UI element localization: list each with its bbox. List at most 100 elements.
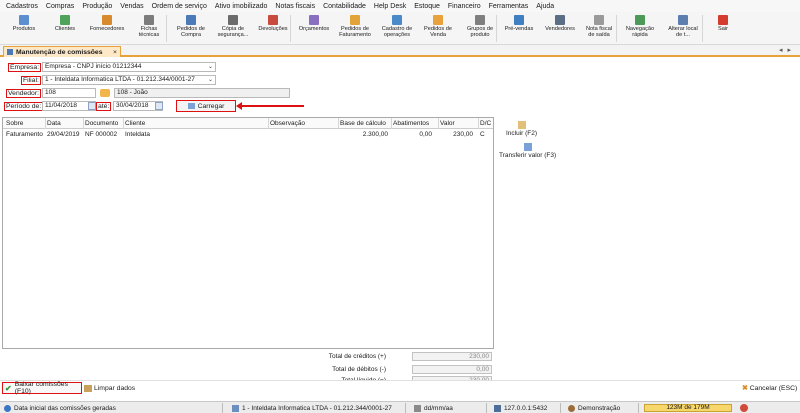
empresa-select[interactable]: Empresa - CNPJ início 01212344 ⌄ xyxy=(42,62,216,72)
tab-title: Manutenção de comissões xyxy=(16,48,103,56)
table-cell: Faturamento xyxy=(6,131,43,138)
toolbar-label: Pedidos de Faturamento xyxy=(339,26,371,38)
column-header[interactable]: Documento xyxy=(85,120,118,127)
toolbar-label: Cadastro de operações xyxy=(381,26,413,38)
menu-item-3[interactable]: Vendas xyxy=(120,3,143,10)
toolbar-button-11[interactable]: Grupos de produto xyxy=(460,13,500,44)
column-header[interactable]: Sobre xyxy=(6,120,23,127)
toolbar-button-3[interactable]: Fichas técnicas xyxy=(130,13,168,44)
column-separator xyxy=(123,118,124,129)
table-cell: 29/04/2019 xyxy=(47,131,80,138)
transferir-button[interactable]: Transferir valor (F3) xyxy=(499,143,556,159)
status-filial-text: 1 - Inteldata Informatica LTDA - 01.212.… xyxy=(242,404,392,412)
menu-item-6[interactable]: Notas fiscais xyxy=(275,3,315,10)
baixar-comissoes-button[interactable]: ✔ Baixar comissões (F10) xyxy=(2,381,82,395)
column-header[interactable]: Data xyxy=(47,120,61,127)
vendedor-code-input[interactable]: 108 xyxy=(42,88,96,98)
annotation-arrow-head xyxy=(236,102,242,110)
toolbar-button-12[interactable]: Pré-vendas xyxy=(500,13,538,44)
calendar-icon[interactable] xyxy=(88,102,96,110)
menu-item-5[interactable]: Ativo imobilizado xyxy=(215,3,268,10)
cancelar-button[interactable]: ✖ Cancelar (ESC) xyxy=(742,383,797,393)
column-header[interactable]: Abatimentos xyxy=(393,120,429,127)
commissions-grid[interactable]: Sobre Data Documento Cliente Observação Base … xyxy=(2,117,494,349)
toolbar-button-17[interactable]: Sair xyxy=(708,13,738,44)
carregar-button[interactable]: Carregar xyxy=(176,100,236,112)
toolbar-label: Cópia de segurança... xyxy=(217,26,249,38)
total-label: Total de débitos (-) xyxy=(332,366,386,373)
menu-item-11[interactable]: Ferramentas xyxy=(489,3,529,10)
chevron-down-icon: ⌄ xyxy=(207,77,213,83)
column-header[interactable]: Cliente xyxy=(125,120,145,127)
presale-icon xyxy=(514,15,524,25)
toolbar-button-5[interactable]: Cópia de segurança... xyxy=(212,13,254,44)
home-icon xyxy=(678,15,688,25)
toolbar-button-10[interactable]: Pedidos de Venda xyxy=(418,13,458,44)
seller-icon xyxy=(555,15,565,25)
menu-item-1[interactable]: Compras xyxy=(46,3,74,10)
toolbar-button-4[interactable]: Pedidos de Compra xyxy=(170,13,212,44)
tab-nav-arrows[interactable]: ◂▸ xyxy=(779,46,796,54)
tab-bar: Manutenção de comissões × ◂▸ xyxy=(0,45,800,57)
toolbar-label: Sair xyxy=(718,26,728,32)
column-header[interactable]: Valor xyxy=(440,120,455,127)
calendar-icon[interactable] xyxy=(155,102,163,110)
toolbar-button-1[interactable]: Clientes xyxy=(46,13,84,44)
menu-item-2[interactable]: Produção xyxy=(82,3,112,10)
close-tab-icon[interactable]: × xyxy=(113,49,117,56)
table-cell: C xyxy=(480,131,485,138)
toolbar-button-13[interactable]: Vendedores xyxy=(540,13,580,44)
limpar-dados-button[interactable]: Limpar dados xyxy=(84,383,135,393)
annotation-arrow-line xyxy=(238,105,304,107)
toolbar-label: Navegação rápida xyxy=(625,26,655,38)
toolbar-button-9[interactable]: Cadastro de operações xyxy=(376,13,418,44)
menu-item-12[interactable]: Ajuda xyxy=(536,3,554,10)
total-label: Total de créditos (+) xyxy=(328,353,386,360)
table-cell: 0,00 xyxy=(419,131,432,138)
column-separator xyxy=(478,118,479,129)
users-icon xyxy=(60,15,70,25)
toolbar-label: Fornecedores xyxy=(89,26,125,32)
toolbar-button-14[interactable]: Nota fiscal de saída xyxy=(580,13,618,44)
toolbar-button-6[interactable]: Devoluções xyxy=(254,13,292,44)
status-message: Data inicial das comissões geradas xyxy=(4,403,116,413)
toolbar-label: Pedidos de Compra xyxy=(177,26,205,38)
chevron-down-icon: ⌄ xyxy=(207,64,213,70)
building-icon xyxy=(232,404,239,412)
table-cell: 2.300,00 xyxy=(362,131,388,138)
filial-select[interactable]: 1 - Inteldata Informatica LTDA - 01.212.… xyxy=(42,75,216,85)
toolbar-button-16[interactable]: Alterar local de t... xyxy=(660,13,706,44)
grid-header: Sobre Data Documento Cliente Observação Base … xyxy=(3,118,493,129)
folder-icon xyxy=(475,15,485,25)
toolbar-button-2[interactable]: Fornecedores xyxy=(86,13,128,44)
incluir-button[interactable]: Incluir (F2) xyxy=(506,121,537,137)
menu-item-0[interactable]: Cadastros xyxy=(6,3,38,10)
toolbar-button-15[interactable]: Navegação rápida xyxy=(620,13,660,44)
column-header[interactable]: Base de cálculo xyxy=(340,120,386,127)
baixar-label: Baixar comissões (F10) xyxy=(14,381,68,395)
menu-item-10[interactable]: Financeiro xyxy=(448,3,481,10)
toolbar-button-0[interactable]: Produtos xyxy=(4,13,44,44)
menu-item-9[interactable]: Estoque xyxy=(414,3,440,10)
column-separator xyxy=(338,118,339,129)
filial-label: Filial: xyxy=(21,76,41,85)
column-header[interactable]: Observação xyxy=(270,120,305,127)
toolbar-button-7[interactable]: Orçamentos xyxy=(294,13,334,44)
status-server: 127.0.0.1:5432 xyxy=(494,403,547,413)
menu-item-7[interactable]: Contabilidade xyxy=(323,3,366,10)
column-separator xyxy=(83,118,84,129)
toolbar-label: Pré-vendas xyxy=(504,26,534,32)
table-row[interactable]: Faturamento 29/04/2019 NF 000002 Inteldata 2… xyxy=(3,130,493,139)
table-cell: Inteldata xyxy=(125,131,150,138)
column-header[interactable]: D/C xyxy=(480,120,491,127)
menu-item-8[interactable]: Help Desk xyxy=(374,3,406,10)
user-text: Demonstração xyxy=(578,404,621,412)
box-icon xyxy=(19,15,29,25)
tab-manutencao-comissoes[interactable]: Manutenção de comissões × xyxy=(3,46,121,57)
search-vendedor-icon[interactable] xyxy=(100,89,110,97)
stop-icon[interactable] xyxy=(740,404,748,412)
menu-item-4[interactable]: Ordem de serviço xyxy=(152,3,207,10)
toolbar-button-8[interactable]: Pedidos de Faturamento xyxy=(334,13,376,44)
sales-icon xyxy=(433,15,443,25)
incluir-label: Incluir (F2) xyxy=(506,130,538,137)
